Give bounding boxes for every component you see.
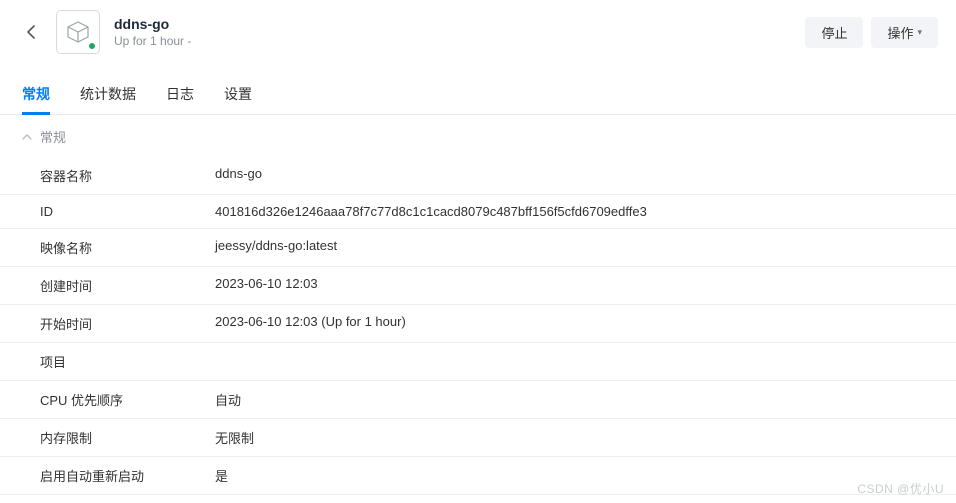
- row-started: 开始时间 2023-06-10 12:03 (Up for 1 hour): [0, 305, 956, 343]
- container-icon: [56, 10, 100, 54]
- watermark: CSDN @优小U: [857, 480, 944, 497]
- tab-settings[interactable]: 设置: [224, 76, 252, 114]
- container-uptime: Up for 1 hour -: [114, 34, 191, 48]
- row-mem-limit: 内存限制 无限制: [0, 419, 956, 457]
- row-links: 项目: [0, 343, 956, 381]
- row-web-portal: 网页门户: [0, 495, 956, 498]
- chevron-down-icon: ▾: [917, 27, 922, 38]
- tabs: 常规 统计数据 日志 设置: [0, 76, 956, 115]
- row-cpu-priority: CPU 优先顺序 自动: [0, 381, 956, 419]
- row-auto-restart: 启用自动重新启动 是: [0, 457, 956, 495]
- chevron-up-icon: [22, 133, 32, 140]
- tab-general[interactable]: 常规: [22, 76, 50, 114]
- section-title: 常规: [40, 127, 66, 146]
- actions-button[interactable]: 操作▾: [871, 17, 938, 48]
- section-header-general[interactable]: 常规: [0, 116, 956, 157]
- row-image-name: 映像名称 jeessy/ddns-go:latest: [0, 229, 956, 267]
- row-id: ID 401816d326e1246aaa78f7c77d8c1c1cacd80…: [0, 195, 956, 229]
- status-dot-running: [88, 42, 96, 50]
- content-scroll[interactable]: 常规 容器名称 ddns-go ID 401816d326e1246aaa78f…: [0, 115, 956, 498]
- container-title: ddns-go: [114, 16, 191, 32]
- tab-logs[interactable]: 日志: [166, 76, 194, 114]
- row-created: 创建时间 2023-06-10 12:03: [0, 267, 956, 305]
- row-container-name: 容器名称 ddns-go: [0, 157, 956, 195]
- back-button[interactable]: [18, 20, 42, 44]
- stop-button[interactable]: 停止: [805, 17, 863, 48]
- tab-stats[interactable]: 统计数据: [80, 76, 136, 114]
